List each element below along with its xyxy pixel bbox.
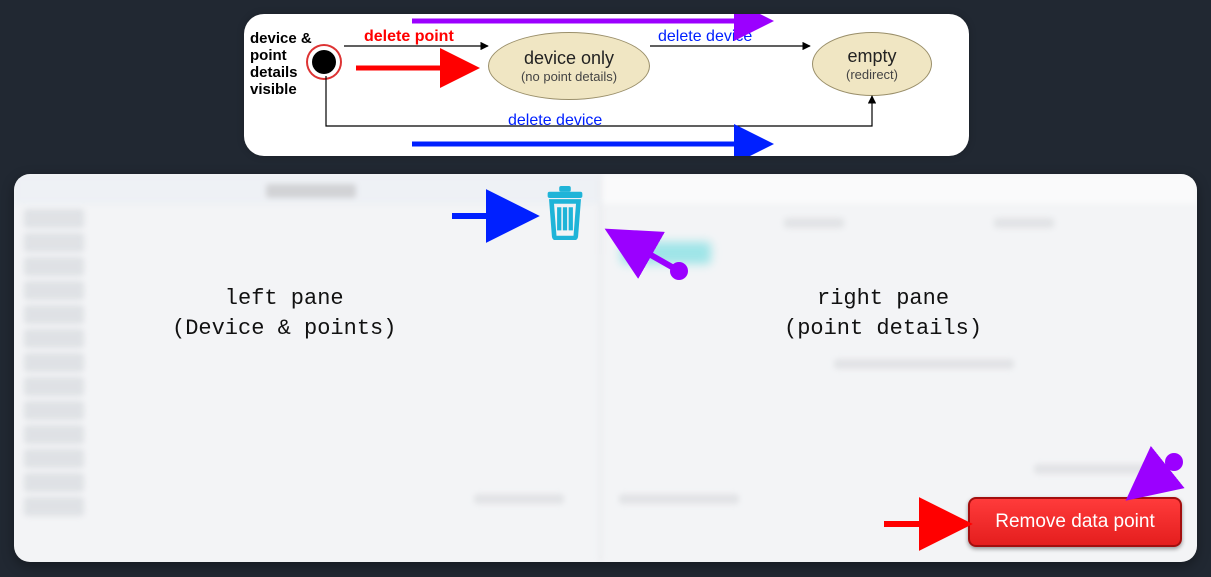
remove-data-point-button[interactable]: Remove data point bbox=[968, 497, 1182, 547]
state-start-dot bbox=[312, 50, 336, 74]
transition-delete-device-top: delete device bbox=[658, 28, 752, 46]
transition-delete-device-bottom: delete device bbox=[508, 112, 602, 130]
trash-icon[interactable] bbox=[541, 186, 589, 245]
state-diagram-panel: device & point details visible device on… bbox=[244, 14, 969, 156]
state-subtitle: (no point details) bbox=[521, 69, 617, 84]
right-pane-label: right pane (point details) bbox=[784, 284, 982, 344]
state-title: device only bbox=[524, 48, 614, 69]
state-title: empty bbox=[847, 46, 896, 67]
remove-button-label: Remove data point bbox=[995, 511, 1155, 533]
state-node-empty: empty (redirect) bbox=[812, 32, 932, 96]
transition-delete-point: delete point bbox=[364, 28, 454, 46]
left-pane-label: left pane (Device & points) bbox=[172, 284, 396, 344]
state-subtitle: (redirect) bbox=[846, 67, 898, 82]
ui-mock-panel: left pane (Device & points) right pane (… bbox=[14, 174, 1197, 562]
state-start-label: device & point details visible bbox=[250, 30, 312, 98]
state-node-device-only: device only (no point details) bbox=[488, 32, 650, 100]
